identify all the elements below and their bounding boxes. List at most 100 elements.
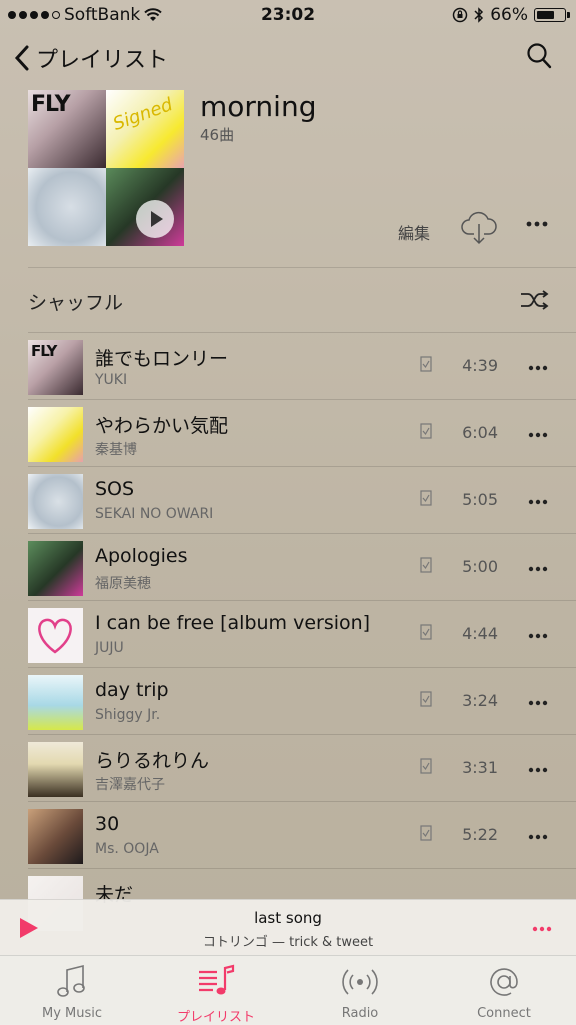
playlist-artwork[interactable]: FLY Signed [28, 90, 184, 246]
battery-percent: 66% [490, 5, 528, 25]
track-artwork [28, 474, 83, 529]
music-note-icon [57, 964, 85, 997]
track-artwork [28, 407, 83, 462]
track-artwork [28, 608, 83, 663]
chevron-left-icon [14, 45, 29, 71]
tab-my-music[interactable]: My Music [0, 956, 144, 1025]
orientation-lock-icon [452, 7, 468, 23]
tab-bar: My Music プレイリスト Radio Connect [0, 955, 576, 1025]
track-duration: 4:44 [462, 624, 498, 643]
more-icon[interactable] [528, 365, 548, 371]
radio-icon [342, 969, 378, 995]
back-label: プレイリスト [36, 48, 169, 73]
more-icon[interactable] [526, 221, 548, 227]
track-row[interactable]: FLY 誰でもロンリー YUKI 4:39 [0, 334, 576, 400]
divider [28, 868, 576, 869]
track-artist: 吉澤嘉代子 [95, 777, 165, 793]
divider [28, 801, 576, 802]
mini-player[interactable]: last song コトリンゴ — trick & tweet [0, 899, 576, 956]
track-artist: 福原美穂 [95, 576, 151, 592]
track-title: 誰でもロンリー [95, 348, 229, 370]
tab-radio[interactable]: Radio [288, 956, 432, 1025]
now-playing-title: last song [254, 909, 322, 927]
track-artist: JUJU [95, 640, 124, 656]
track-row[interactable]: SOS SEKAI NO OWARI 5:05 [0, 468, 576, 534]
divider [28, 734, 576, 735]
track-title: day trip [95, 679, 169, 701]
track-artist: Shiggy Jr. [95, 707, 161, 723]
playlist-icon [199, 964, 235, 995]
tab-connect[interactable]: Connect [432, 956, 576, 1025]
navigation-bar: プレイリスト [0, 38, 576, 82]
song-count: 46曲 [200, 126, 235, 144]
track-title: Apologies [95, 545, 188, 567]
battery-icon [534, 8, 570, 22]
track-duration: 3:24 [462, 691, 498, 710]
playlist-header: FLY Signed morning 46曲 編集 [0, 90, 576, 266]
downloaded-icon [420, 557, 432, 573]
downloaded-icon [420, 423, 432, 439]
album-art-sos [28, 168, 106, 246]
track-artwork [28, 809, 83, 864]
search-icon[interactable] [526, 42, 552, 70]
heart-icon [38, 618, 72, 654]
track-artwork [28, 675, 83, 730]
track-row[interactable]: らりるれりん 吉澤嘉代子 3:31 [0, 736, 576, 802]
track-duration: 5:05 [462, 490, 498, 509]
track-artist: YUKI [95, 372, 128, 388]
track-title: I can be free [album version] [95, 612, 371, 634]
more-icon[interactable] [528, 499, 548, 505]
track-row[interactable]: やわらかい気配 秦基博 6:04 [0, 401, 576, 467]
bluetooth-icon [474, 7, 484, 23]
track-row[interactable]: 30 Ms. OOJA 5:22 [0, 803, 576, 869]
downloaded-icon [420, 490, 432, 506]
track-row[interactable]: I can be free [album version] JUJU 4:44 [0, 602, 576, 668]
tab-label: プレイリスト [176, 1010, 255, 1025]
track-artwork [28, 541, 83, 596]
track-row[interactable]: Apologies 福原美穂 5:00 [0, 535, 576, 601]
track-duration: 3:31 [462, 758, 498, 777]
downloaded-icon [420, 691, 432, 707]
cloud-download-icon[interactable] [460, 210, 498, 246]
more-icon[interactable] [528, 767, 548, 773]
divider [28, 399, 576, 400]
shuffle-row[interactable]: シャッフル [0, 270, 576, 332]
more-icon[interactable] [532, 926, 552, 932]
more-icon[interactable] [528, 432, 548, 438]
track-row[interactable]: day trip Shiggy Jr. 3:24 [0, 669, 576, 735]
back-button[interactable]: プレイリスト [14, 42, 168, 74]
track-title: やわらかい気配 [95, 415, 229, 437]
track-title: SOS [95, 478, 135, 500]
track-duration: 5:00 [462, 557, 498, 576]
track-artist: Ms. OOJA [95, 841, 159, 857]
downloaded-icon [420, 825, 432, 841]
shuffle-icon [521, 290, 549, 310]
play-icon[interactable] [136, 200, 174, 238]
album-art-fly: FLY [28, 90, 106, 168]
divider [28, 332, 576, 333]
playlist-title: morning [200, 90, 317, 123]
track-artist: 秦基博 [95, 442, 137, 458]
downloaded-icon [420, 624, 432, 640]
divider [28, 600, 576, 601]
tab-playlist[interactable]: プレイリスト [144, 956, 288, 1025]
track-title: らりるれりん [95, 750, 210, 772]
at-sign-icon [490, 968, 518, 996]
track-artwork [28, 742, 83, 797]
downloaded-icon [420, 758, 432, 774]
track-duration: 5:22 [462, 825, 498, 844]
divider [28, 667, 576, 668]
divider [28, 533, 576, 534]
track-duration: 4:39 [462, 356, 498, 375]
now-playing-subtitle: コトリンゴ — trick & tweet [202, 935, 374, 950]
downloaded-icon [420, 356, 432, 372]
tab-label: Radio [341, 1006, 379, 1021]
more-icon[interactable] [528, 633, 548, 639]
status-right: 66% [452, 5, 570, 25]
more-icon[interactable] [528, 700, 548, 706]
album-art-signed: Signed [106, 90, 184, 168]
edit-button[interactable]: 編集 [398, 220, 430, 244]
more-icon[interactable] [528, 566, 548, 572]
track-title: 30 [95, 813, 120, 835]
more-icon[interactable] [528, 834, 548, 840]
